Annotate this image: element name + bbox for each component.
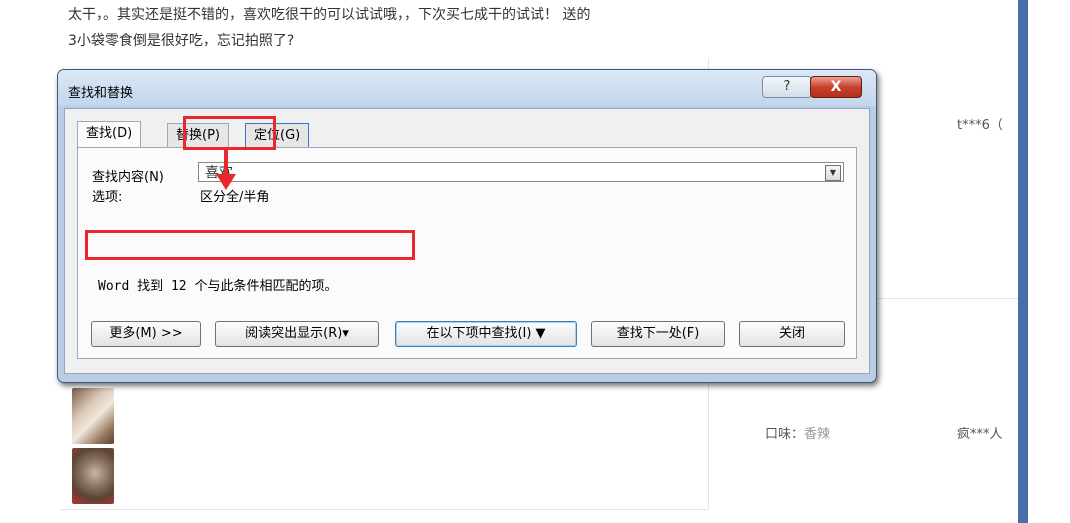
taste-value: 香辣	[804, 427, 831, 442]
reading-highlight-button[interactable]: 阅读突出显示(R)▾	[215, 321, 379, 347]
review-photo-thumbnail[interactable]	[72, 388, 114, 444]
chevron-down-icon[interactable]: ▼	[825, 165, 841, 181]
review-text-line-1: 太干，。其实还是挺不错的，喜欢吃很干的可以试试哦，，下次买七成干的试试！ 送的	[68, 7, 591, 23]
taste-label: 口味：	[765, 427, 805, 442]
dialog-title: 查找和替换	[68, 86, 134, 101]
annotation-highlight-box	[183, 116, 276, 150]
help-button[interactable]: ?	[762, 76, 812, 98]
close-button[interactable]: 关闭	[739, 321, 845, 347]
window-edge	[1018, 0, 1028, 523]
review-photo-thumbnail[interactable]	[72, 448, 114, 504]
taste-info: 口味：香辣	[765, 423, 830, 442]
annotation-arrow-head-icon	[216, 174, 236, 190]
find-replace-dialog: 查找和替换 ? X 查找(D) 替换(P) 定位(G) 查找内容(N) 喜欢 ▼…	[57, 69, 877, 383]
reviewer-name: t***6（	[957, 118, 1003, 133]
find-in-button[interactable]: 在以下项中查找(I) ▼	[395, 321, 577, 347]
more-button[interactable]: 更多(M) >>	[91, 321, 201, 347]
dialog-titlebar[interactable]: 查找和替换 ? X	[58, 70, 876, 106]
find-what-label: 查找内容(N)	[92, 170, 164, 185]
annotation-highlight-box	[85, 230, 415, 260]
review-text-line-2: 3小袋零食倒是很好吃，忘记拍照了?	[68, 33, 295, 49]
find-next-button[interactable]: 查找下一处(F)	[591, 321, 725, 347]
find-what-input[interactable]: 喜欢 ▼	[198, 162, 844, 182]
tab-find[interactable]: 查找(D)	[77, 121, 142, 148]
bottom-divider	[60, 509, 708, 510]
close-window-button[interactable]: X	[810, 76, 862, 98]
find-result-message: Word 找到 12 个与此条件相匹配的项。	[98, 279, 338, 294]
reviewer-name: 疯***人	[957, 427, 1003, 442]
options-label: 选项:	[92, 190, 123, 205]
